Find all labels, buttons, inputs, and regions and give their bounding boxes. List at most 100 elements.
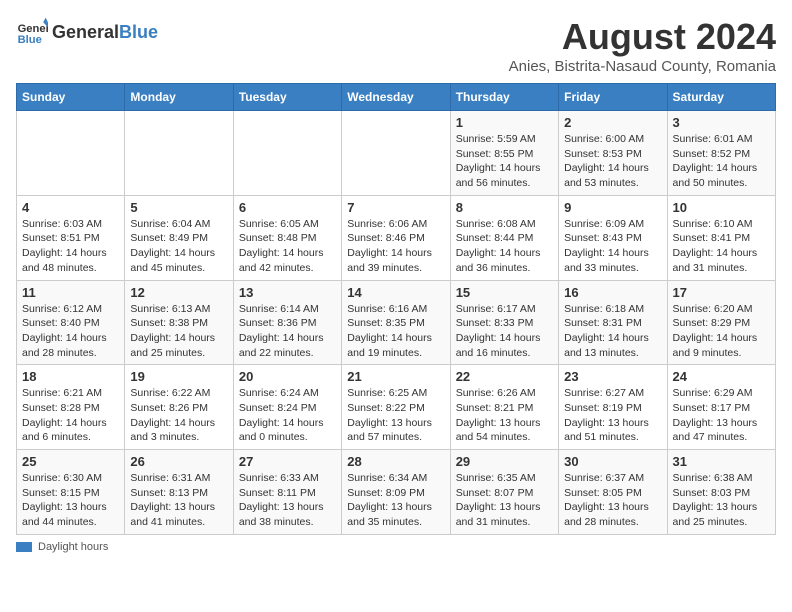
- day-number: 24: [673, 369, 770, 384]
- day-number: 12: [130, 285, 227, 300]
- day-number: 28: [347, 454, 444, 469]
- day-number: 11: [22, 285, 119, 300]
- calendar-cell: 28 Sunrise: 6:34 AM Sunset: 8:09 PM Dayli…: [342, 450, 450, 535]
- calendar-cell: 31 Sunrise: 6:38 AM Sunset: 8:03 PM Dayli…: [667, 450, 775, 535]
- day-detail: Sunrise: 6:34 AM Sunset: 8:09 PM Dayligh…: [347, 471, 444, 530]
- day-number: 8: [456, 200, 553, 215]
- svg-text:General: General: [18, 23, 48, 35]
- legend-color-box: [16, 542, 32, 552]
- day-detail: Sunrise: 6:14 AM Sunset: 8:36 PM Dayligh…: [239, 302, 336, 361]
- calendar-cell: 9 Sunrise: 6:09 AM Sunset: 8:43 PM Daylig…: [559, 195, 667, 280]
- day-number: 5: [130, 200, 227, 215]
- calendar-cell: 18Sunrise: 6:21 AM Sunset: 8:28 PM Dayli…: [17, 365, 125, 450]
- month-year: August 2024: [509, 16, 776, 58]
- day-number: 21: [347, 369, 444, 384]
- week-row-3: 11 Sunrise: 6:12 AM Sunset: 8:40 PM Dayli…: [17, 280, 776, 365]
- week-row-5: 25 Sunrise: 6:30 AM Sunset: 8:15 PM Dayli…: [17, 450, 776, 535]
- calendar-cell: 22 Sunrise: 6:26 AM Sunset: 8:21 PM Dayli…: [450, 365, 558, 450]
- calendar-cell: 20Sunrise: 6:24 AM Sunset: 8:24 PM Dayli…: [233, 365, 341, 450]
- weekday-header-wednesday: Wednesday: [342, 84, 450, 111]
- day-number: 31: [673, 454, 770, 469]
- day-detail: Sunrise: 6:29 AM Sunset: 8:17 PM Dayligh…: [673, 386, 770, 445]
- calendar-cell: 3Sunrise: 6:01 AM Sunset: 8:52 PM Daylig…: [667, 111, 775, 196]
- day-detail: Sunrise: 6:09 AM Sunset: 8:43 PM Dayligh…: [564, 217, 661, 276]
- calendar-cell: 21 Sunrise: 6:25 AM Sunset: 8:22 PM Dayli…: [342, 365, 450, 450]
- day-detail: Sunrise: 5:59 AM Sunset: 8:55 PM Dayligh…: [456, 132, 553, 191]
- day-number: 29: [456, 454, 553, 469]
- weekday-header-sunday: Sunday: [17, 84, 125, 111]
- day-detail: Sunrise: 6:03 AM Sunset: 8:51 PM Dayligh…: [22, 217, 119, 276]
- calendar-cell: 4 Sunrise: 6:03 AM Sunset: 8:51 PM Daylig…: [17, 195, 125, 280]
- calendar-table: SundayMondayTuesdayWednesdayThursdayFrid…: [16, 83, 776, 535]
- day-number: 30: [564, 454, 661, 469]
- day-detail: Sunrise: 6:22 AM Sunset: 8:26 PM Dayligh…: [130, 386, 227, 445]
- footer: Daylight hours: [16, 541, 776, 553]
- day-number: 2: [564, 115, 661, 130]
- day-detail: Sunrise: 6:10 AM Sunset: 8:41 PM Dayligh…: [673, 217, 770, 276]
- calendar-cell: 11 Sunrise: 6:12 AM Sunset: 8:40 PM Dayli…: [17, 280, 125, 365]
- calendar-cell: [342, 111, 450, 196]
- logo-general: General: [52, 22, 119, 43]
- day-detail: Sunrise: 6:17 AM Sunset: 8:33 PM Dayligh…: [456, 302, 553, 361]
- day-detail: Sunrise: 6:26 AM Sunset: 8:21 PM Dayligh…: [456, 386, 553, 445]
- calendar-cell: [233, 111, 341, 196]
- calendar-cell: 16 Sunrise: 6:18 AM Sunset: 8:31 PM Dayli…: [559, 280, 667, 365]
- day-number: 25: [22, 454, 119, 469]
- calendar-cell: 19 Sunrise: 6:22 AM Sunset: 8:26 PM Dayli…: [125, 365, 233, 450]
- weekday-header-monday: Monday: [125, 84, 233, 111]
- day-number: 23: [564, 369, 661, 384]
- day-detail: Sunrise: 6:25 AM Sunset: 8:22 PM Dayligh…: [347, 386, 444, 445]
- calendar-cell: 14Sunrise: 6:16 AM Sunset: 8:35 PM Dayli…: [342, 280, 450, 365]
- day-number: 14: [347, 285, 444, 300]
- day-number: 22: [456, 369, 553, 384]
- weekday-header-tuesday: Tuesday: [233, 84, 341, 111]
- day-detail: Sunrise: 6:31 AM Sunset: 8:13 PM Dayligh…: [130, 471, 227, 530]
- day-detail: Sunrise: 6:37 AM Sunset: 8:05 PM Dayligh…: [564, 471, 661, 530]
- calendar-cell: 15Sunrise: 6:17 AM Sunset: 8:33 PM Dayli…: [450, 280, 558, 365]
- calendar-cell: 23Sunrise: 6:27 AM Sunset: 8:19 PM Dayli…: [559, 365, 667, 450]
- calendar-cell: [17, 111, 125, 196]
- day-detail: Sunrise: 6:21 AM Sunset: 8:28 PM Dayligh…: [22, 386, 119, 445]
- weekday-header-row: SundayMondayTuesdayWednesdayThursdayFrid…: [17, 84, 776, 111]
- day-detail: Sunrise: 6:18 AM Sunset: 8:31 PM Dayligh…: [564, 302, 661, 361]
- day-number: 6: [239, 200, 336, 215]
- legend-label: Daylight hours: [38, 541, 108, 553]
- weekday-header-saturday: Saturday: [667, 84, 775, 111]
- day-number: 1: [456, 115, 553, 130]
- day-number: 27: [239, 454, 336, 469]
- day-number: 26: [130, 454, 227, 469]
- day-detail: Sunrise: 6:04 AM Sunset: 8:49 PM Dayligh…: [130, 217, 227, 276]
- svg-text:Blue: Blue: [18, 34, 42, 46]
- day-number: 17: [673, 285, 770, 300]
- day-number: 9: [564, 200, 661, 215]
- title-block: August 2024 Anies, Bistrita-Nasaud Count…: [509, 16, 776, 75]
- day-detail: Sunrise: 6:06 AM Sunset: 8:46 PM Dayligh…: [347, 217, 444, 276]
- calendar-cell: 13 Sunrise: 6:14 AM Sunset: 8:36 PM Dayli…: [233, 280, 341, 365]
- calendar-cell: 12 Sunrise: 6:13 AM Sunset: 8:38 PM Dayli…: [125, 280, 233, 365]
- day-detail: Sunrise: 6:38 AM Sunset: 8:03 PM Dayligh…: [673, 471, 770, 530]
- calendar-cell: 27Sunrise: 6:33 AM Sunset: 8:11 PM Dayli…: [233, 450, 341, 535]
- day-number: 16: [564, 285, 661, 300]
- calendar-cell: 25 Sunrise: 6:30 AM Sunset: 8:15 PM Dayli…: [17, 450, 125, 535]
- calendar-cell: 29 Sunrise: 6:35 AM Sunset: 8:07 PM Dayli…: [450, 450, 558, 535]
- weekday-header-thursday: Thursday: [450, 84, 558, 111]
- week-row-2: 4 Sunrise: 6:03 AM Sunset: 8:51 PM Daylig…: [17, 195, 776, 280]
- calendar-cell: 2Sunrise: 6:00 AM Sunset: 8:53 PM Daylig…: [559, 111, 667, 196]
- day-detail: Sunrise: 6:05 AM Sunset: 8:48 PM Dayligh…: [239, 217, 336, 276]
- day-number: 4: [22, 200, 119, 215]
- day-detail: Sunrise: 6:13 AM Sunset: 8:38 PM Dayligh…: [130, 302, 227, 361]
- week-row-4: 18Sunrise: 6:21 AM Sunset: 8:28 PM Dayli…: [17, 365, 776, 450]
- header: General Blue GeneralBlue August 2024 Ani…: [16, 16, 776, 75]
- day-number: 19: [130, 369, 227, 384]
- calendar-cell: 5 Sunrise: 6:04 AM Sunset: 8:49 PM Daylig…: [125, 195, 233, 280]
- calendar-cell: 6 Sunrise: 6:05 AM Sunset: 8:48 PM Daylig…: [233, 195, 341, 280]
- calendar-cell: 26 Sunrise: 6:31 AM Sunset: 8:13 PM Dayli…: [125, 450, 233, 535]
- day-detail: Sunrise: 6:35 AM Sunset: 8:07 PM Dayligh…: [456, 471, 553, 530]
- calendar-cell: 24 Sunrise: 6:29 AM Sunset: 8:17 PM Dayli…: [667, 365, 775, 450]
- day-number: 20: [239, 369, 336, 384]
- day-detail: Sunrise: 6:08 AM Sunset: 8:44 PM Dayligh…: [456, 217, 553, 276]
- day-detail: Sunrise: 6:12 AM Sunset: 8:40 PM Dayligh…: [22, 302, 119, 361]
- calendar-cell: 17Sunrise: 6:20 AM Sunset: 8:29 PM Dayli…: [667, 280, 775, 365]
- day-detail: Sunrise: 6:30 AM Sunset: 8:15 PM Dayligh…: [22, 471, 119, 530]
- day-number: 13: [239, 285, 336, 300]
